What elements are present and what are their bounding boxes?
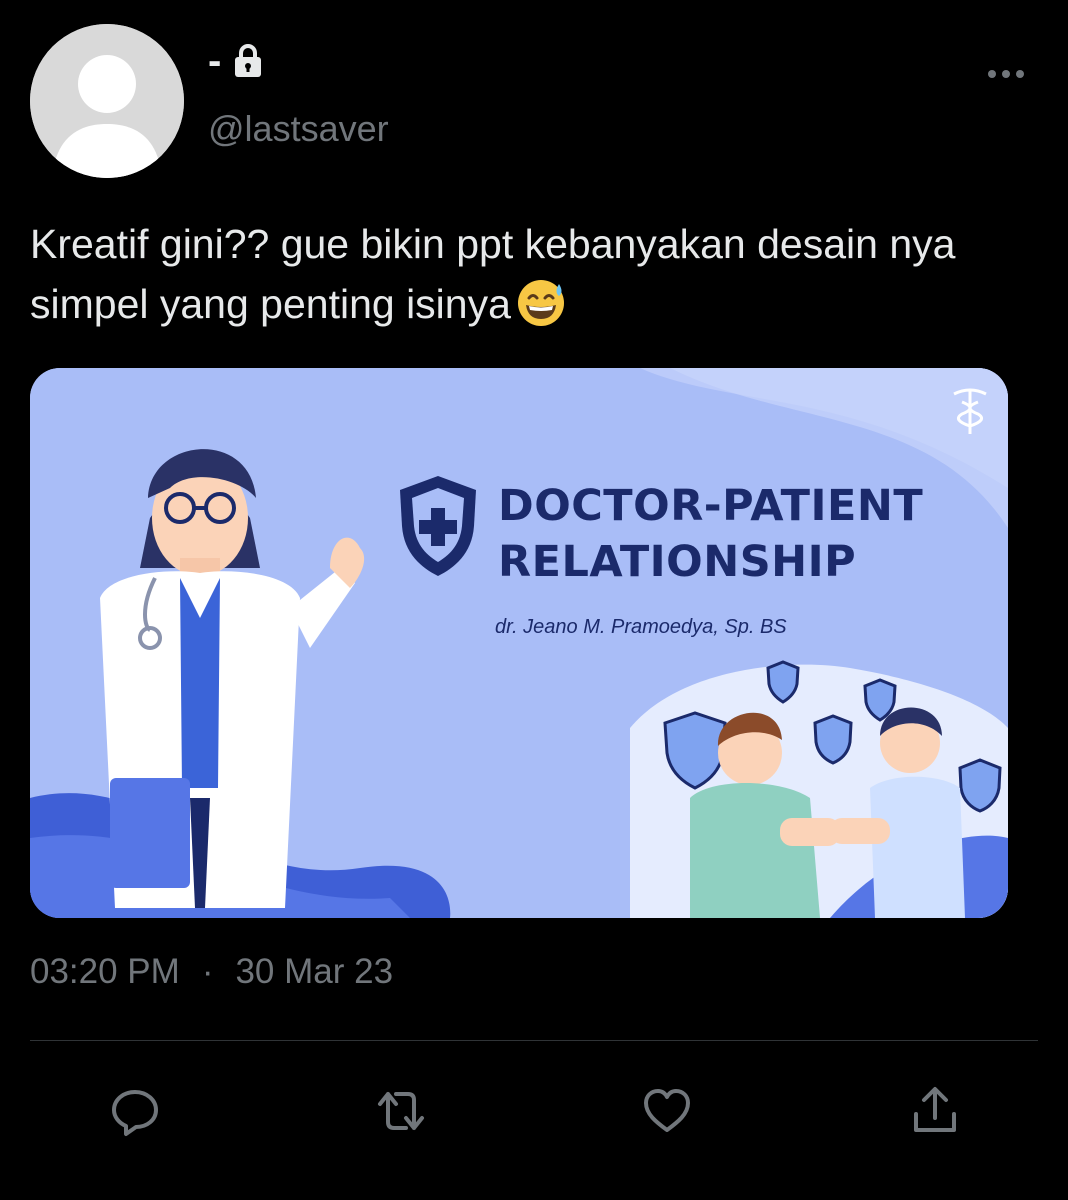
slide-title-line1: DOCTOR-PATIENT [498,481,924,531]
slide-title: DOCTOR-PATIENT RELATIONSHIP [498,478,923,590]
like-button[interactable] [638,1082,696,1140]
slide-illustration [30,368,1008,918]
retweet-icon [378,1092,424,1130]
default-avatar-icon [30,24,184,178]
meta-separator: · [201,952,214,991]
tweet-media-image[interactable]: DOCTOR-PATIENT RELATIONSHIP dr. Jeano M.… [30,368,1008,918]
reply-button[interactable] [106,1082,164,1140]
tweet-time: 03:20 PM [30,952,180,991]
more-options-icon[interactable] [986,62,1026,86]
reply-icon [112,1090,158,1136]
author-handle[interactable]: @lastsaver [208,108,389,150]
divider [30,1040,1038,1041]
author-name-row: - [208,36,263,86]
slide-subtitle: dr. Jeano M. Pramoedya, Sp. BS [495,616,787,638]
share-icon [914,1087,956,1132]
grinning-face-with-sweat-icon [517,280,564,326]
share-button[interactable] [906,1082,964,1140]
slide-title-line2: RELATIONSHIP [498,537,857,587]
tweet-timestamp[interactable]: 03:20 PM · 30 Mar 23 [30,952,393,992]
heart-icon [644,1089,690,1132]
tweet-date: 30 Mar 23 [235,952,394,991]
tweet-text: Kreatif gini?? gue bikin ppt kebanyakan … [30,214,1060,334]
retweet-button[interactable] [372,1082,430,1140]
lock-icon [235,44,262,77]
tweet-text-body: Kreatif gini?? gue bikin ppt kebanyakan … [30,221,956,327]
avatar[interactable] [30,24,184,178]
display-name[interactable]: - [208,41,221,81]
